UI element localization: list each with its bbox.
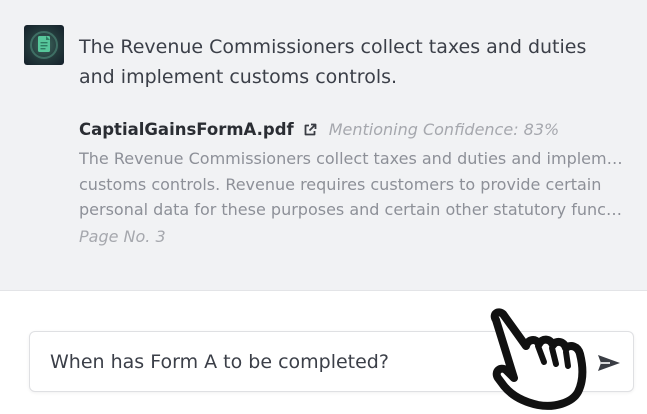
excerpt-line: customs controls. Revenue requires custo…	[79, 174, 602, 194]
source-row: CaptialGainsFormA.pdf Mentioning Confide…	[79, 117, 559, 141]
message-input-value[interactable]: When has Form A to be completed?	[50, 350, 389, 374]
excerpt-line: The Revenue Commissioners collect taxes …	[79, 149, 627, 168]
source-excerpt: The Revenue Commissioners collect taxes …	[79, 146, 627, 223]
excerpt-line: personal data for these purposes and cer…	[79, 200, 627, 219]
answer-text: The Revenue Commissioners collect taxes …	[79, 36, 587, 88]
confidence-label: Mentioning Confidence: 83%	[328, 119, 560, 139]
source-file-link[interactable]: CaptialGainsFormA.pdf	[79, 120, 294, 139]
hand-pointer-icon	[482, 306, 594, 410]
document-bot-icon	[24, 25, 64, 65]
external-link-icon[interactable]	[303, 122, 317, 136]
page-number: Page No. 3	[79, 227, 166, 246]
send-icon[interactable]	[597, 352, 621, 374]
message-panel: The Revenue Commissioners collect taxes …	[0, 0, 647, 291]
